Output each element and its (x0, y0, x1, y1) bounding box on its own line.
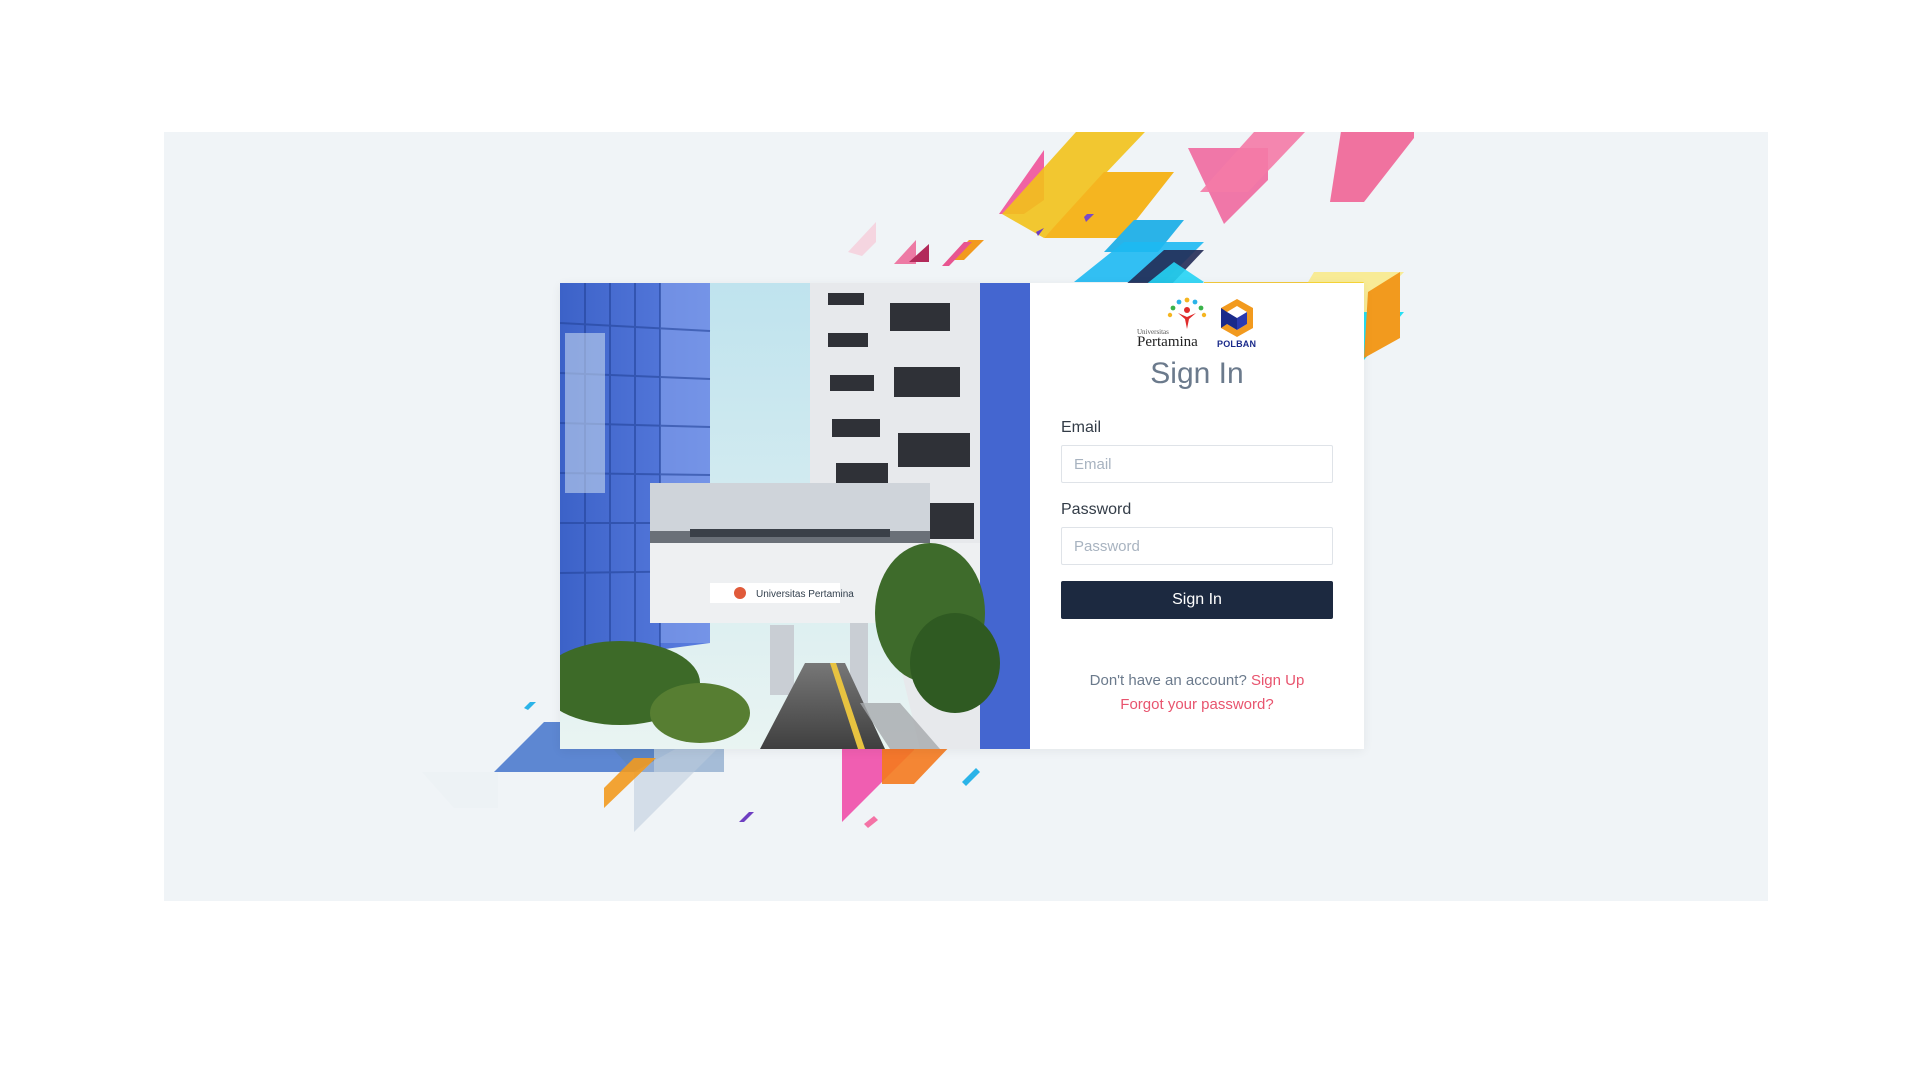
polban-logo: POLBAN (1217, 295, 1257, 351)
forgot-password-link[interactable]: Forgot your password? (1120, 696, 1273, 713)
logo-university-name: Pertamina (1137, 334, 1198, 350)
password-label: Password (1061, 501, 1132, 518)
account-links: Don't have an account? Sign Up Forgot yo… (1061, 669, 1333, 717)
email-label: Email (1061, 419, 1102, 436)
email-input[interactable] (1061, 445, 1333, 483)
polban-hexagon-icon (1221, 299, 1253, 337)
sign-in-panel: Universitas Pertamina POLBAN Sign In Ema… (1030, 283, 1364, 749)
building-sign: Universitas Pertamina (756, 589, 854, 600)
forgot-row: Forgot your password? (1061, 693, 1333, 717)
signup-row: Don't have an account? Sign Up (1061, 669, 1333, 693)
sign-in-button[interactable]: Sign In (1061, 581, 1333, 619)
sign-up-link[interactable]: Sign Up (1251, 672, 1304, 689)
sign-in-card: Universitas Pertamina Universitas Pertam… (560, 283, 1364, 749)
campus-photo: Universitas Pertamina (560, 283, 1030, 749)
no-account-text: Don't have an account? (1089, 672, 1247, 689)
logo-polban-text: POLBAN (1217, 339, 1257, 349)
pertamina-emblem-icon (1167, 297, 1207, 329)
login-background: Universitas Pertamina Universitas Pertam… (164, 132, 1768, 901)
pertamina-logo: Universitas Pertamina (1137, 295, 1213, 351)
page-title: Sign In (1150, 357, 1244, 390)
password-input[interactable] (1061, 527, 1333, 565)
institution-logo: Universitas Pertamina POLBAN (1061, 295, 1333, 351)
